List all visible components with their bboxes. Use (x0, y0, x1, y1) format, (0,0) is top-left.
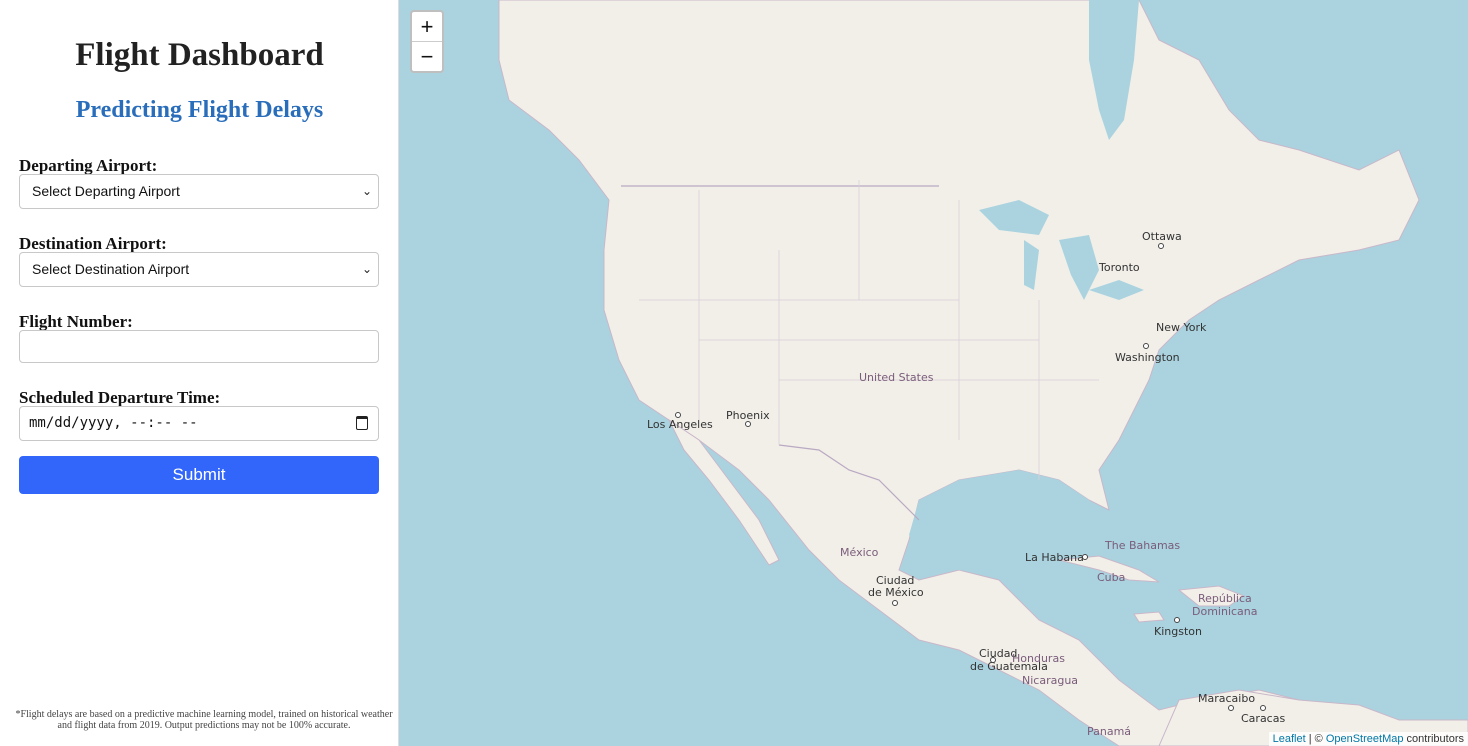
calendar-icon[interactable] (356, 416, 368, 430)
city-marker-icon (1143, 343, 1149, 349)
country-label-honduras: Honduras (1012, 652, 1065, 665)
disclaimer-text: *Flight delays are based on a predictive… (15, 709, 393, 731)
city-label-ottawa: Ottawa (1142, 230, 1182, 243)
city-marker-icon (892, 600, 898, 606)
zoom-control: + − (410, 10, 444, 73)
attribution-suffix: contributors (1403, 733, 1464, 745)
leaflet-link[interactable]: Leaflet (1273, 733, 1306, 745)
country-label-mexico: México (840, 546, 879, 559)
chevron-down-icon: ⌄ (361, 184, 372, 198)
country-label-dominicana-1: República (1198, 592, 1252, 605)
country-label-cuba: Cuba (1097, 571, 1126, 584)
page-title: Flight Dashboard (75, 37, 324, 73)
country-label-nicaragua: Nicaragua (1022, 674, 1079, 687)
city-label-new-york: New York (1156, 321, 1207, 334)
city-marker-icon (1082, 554, 1088, 560)
flight-number-input[interactable] (19, 330, 379, 363)
city-label-washington: Washington (1115, 351, 1180, 364)
departure-time-input[interactable]: mm/dd/yyyy, --:-- -- (19, 406, 379, 441)
city-label-los-angeles: Los Angeles (647, 418, 713, 431)
departure-time-label: Scheduled Departure Time: (19, 388, 221, 407)
attribution-separator: | © (1305, 733, 1326, 745)
country-label-panama: Panamá (1087, 725, 1132, 738)
country-label-united-states: United States (859, 371, 934, 384)
destination-airport-select[interactable]: Select Destination Airport ⌄ (19, 252, 379, 287)
destination-airport-label: Destination Airport: (19, 234, 167, 253)
city-label-ciudad-mexico-2: de México (868, 586, 924, 599)
departing-airport-value: Select Departing Airport (32, 183, 180, 199)
city-marker-icon (1158, 243, 1164, 249)
page-subtitle: Predicting Flight Delays (75, 97, 324, 123)
city-marker-icon (1228, 705, 1234, 711)
departing-airport-label: Departing Airport: (19, 156, 158, 175)
city-label-kingston: Kingston (1154, 625, 1202, 638)
country-label-dominicana-2: Dominicana (1192, 605, 1258, 618)
destination-airport-value: Select Destination Airport (32, 261, 190, 277)
city-marker-icon (745, 421, 751, 427)
flight-number-label: Flight Number: (19, 312, 133, 331)
map[interactable]: + − Ottawa Toronto New York Washington L… (399, 0, 1468, 746)
departure-time-value: mm/dd/yyyy, --:-- -- (29, 415, 198, 431)
city-label-la-habana: La Habana (1025, 551, 1084, 564)
country-label-bahamas: The Bahamas (1105, 539, 1181, 552)
openstreetmap-link[interactable]: OpenStreetMap (1326, 733, 1404, 745)
zoom-in-button[interactable]: + (412, 12, 442, 41)
departing-airport-select[interactable]: Select Departing Airport ⌄ (19, 174, 379, 209)
chevron-down-icon: ⌄ (361, 262, 372, 276)
map-attribution: Leaflet | © OpenStreetMap contributors (1268, 732, 1468, 746)
city-label-maracaibo: Maracaibo (1198, 692, 1256, 705)
zoom-out-button[interactable]: − (412, 42, 442, 71)
sidebar: Flight Dashboard Predicting Flight Delay… (0, 0, 399, 746)
city-label-caracas: Caracas (1241, 712, 1286, 725)
submit-button[interactable]: Submit (19, 456, 379, 494)
city-marker-icon (1260, 705, 1266, 711)
city-marker-icon (990, 657, 996, 663)
city-marker-icon (1174, 617, 1180, 623)
city-label-toronto: Toronto (1099, 261, 1140, 274)
